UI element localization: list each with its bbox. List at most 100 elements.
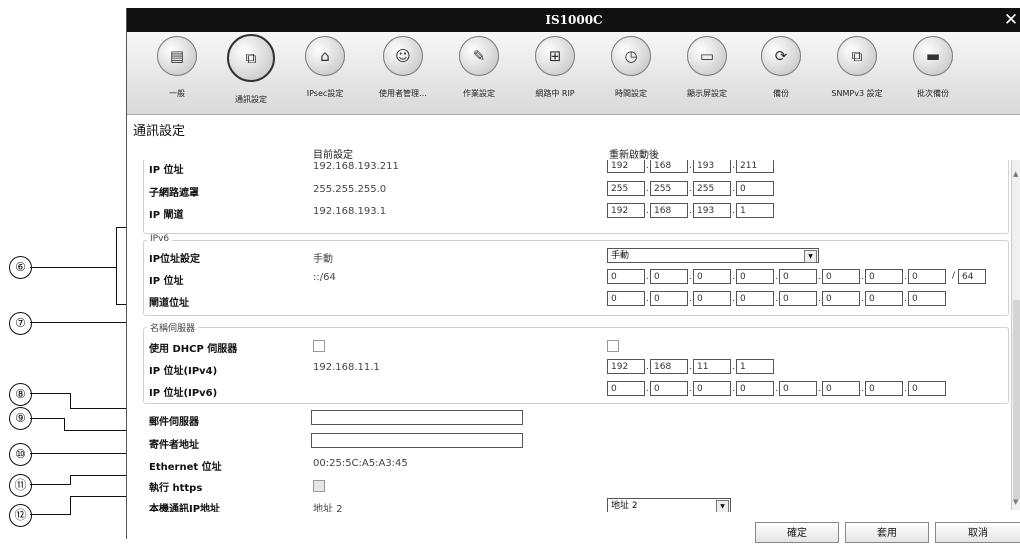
subnet-mask-field-4[interactable]: 0 (736, 181, 774, 196)
dns-ipv4-field-1[interactable]: 192 (607, 359, 645, 374)
dns-ipv6-field-8[interactable]: 0 (908, 381, 946, 396)
ipv6-gateway-field-1[interactable]: 0 (607, 291, 645, 306)
ipv6-gateway-field-8[interactable]: 0 (908, 291, 946, 306)
ipv6-ip-field-3[interactable]: 0 (693, 269, 731, 284)
gateway-current: 192.168.193.1 (313, 206, 387, 217)
ipv6-gateway-field-5[interactable]: 0 (779, 291, 817, 306)
ipv6-ip-field-5[interactable]: 0 (779, 269, 817, 284)
ipv6-gateway-field-3[interactable]: 0 (693, 291, 731, 306)
callout-9: ⑨ (9, 407, 32, 430)
sender-address-input[interactable] (311, 433, 523, 448)
octet-separator: . (646, 206, 649, 216)
window-title: IS1000C (545, 13, 603, 27)
toolbar-item-7[interactable]: ◷ 時間設定 (595, 36, 667, 99)
dns-ipv6-field-2[interactable]: 0 (650, 381, 688, 396)
dns-ipv6-field-7[interactable]: 0 (865, 381, 903, 396)
toolbar-item-1[interactable]: ▤ 一般 (141, 36, 213, 99)
ipv6-ip-field-1[interactable]: 0 (607, 269, 645, 284)
octet-separator: . (732, 272, 735, 282)
callout-12: ⑫ (9, 504, 32, 527)
title-bar: IS1000C (127, 8, 1020, 32)
ipv6-ip-label: IP 位址 (149, 276, 184, 287)
toolbar-item-2[interactable]: ⧉ 通訊設定 (215, 34, 287, 105)
ipv6-ip-field-2[interactable]: 0 (650, 269, 688, 284)
ipv6-prefix-field[interactable]: 64 (958, 269, 986, 284)
dns-ipv6-field-6[interactable]: 0 (822, 381, 860, 396)
toolbar-item-11[interactable]: ▬ 批次備份 (897, 36, 969, 99)
cancel-button[interactable]: 取消 (935, 522, 1020, 543)
ipv6-mode-select[interactable]: 手動 ▼ (607, 248, 819, 263)
ipv6-ip-field-7[interactable]: 0 (865, 269, 903, 284)
use-dhcp-label: 使用 DHCP 伺服器 (149, 344, 238, 355)
gateway-field-3[interactable]: 193 (693, 203, 731, 218)
dns-ipv4-field-4[interactable]: 1 (736, 359, 774, 374)
octet-separator: . (732, 294, 735, 304)
use-dhcp-checkbox[interactable] (607, 340, 619, 352)
callout-bracket (116, 227, 118, 305)
https-label: 執行 https (149, 483, 203, 494)
ipv6-ip-field-8[interactable]: 0 (908, 269, 946, 284)
subnet-mask-label: 子網路遮罩 (149, 188, 199, 199)
https-checkbox[interactable] (313, 480, 325, 492)
callout-10: ⑩ (9, 443, 32, 466)
octet-separator: . (689, 384, 692, 394)
octet-separator: . (689, 294, 692, 304)
ipv6-gateway-field-4[interactable]: 0 (736, 291, 774, 306)
toolbar-item-8[interactable]: ▭ 顯示屏設定 (671, 36, 743, 99)
octet-separator: . (732, 362, 735, 372)
ipv6-gateway-label: 閘道位址 (149, 298, 189, 309)
toolbar-item-label: 備份 (773, 89, 789, 98)
subnet-mask-field-2[interactable]: 255 (650, 181, 688, 196)
ipv6-gateway-field-2[interactable]: 0 (650, 291, 688, 306)
gateway-label: IP 閘道 (149, 210, 184, 221)
octet-separator: . (646, 272, 649, 282)
chevron-down-icon[interactable]: ▼ (804, 250, 817, 263)
ipv6-ip-field-6[interactable]: 0 (822, 269, 860, 284)
ipv4-ip-field-2[interactable]: 168 (650, 160, 688, 173)
ipv4-ip-field-3[interactable]: 193 (693, 160, 731, 173)
scroll-up-icon[interactable]: ▲ (1013, 170, 1018, 178)
toolbar-item-5[interactable]: ✎ 作業設定 (443, 36, 515, 99)
ipv4-ip-field-1[interactable]: 192 (607, 160, 645, 173)
use-dhcp-current-checkbox (313, 340, 325, 352)
octet-separator: . (904, 294, 907, 304)
chevron-down-icon[interactable]: ▼ (716, 500, 729, 512)
octet-separator: . (646, 362, 649, 372)
apply-button[interactable]: 套用 (845, 522, 929, 543)
ipv6-gateway-field-7[interactable]: 0 (865, 291, 903, 306)
column-header-after-restart: 重新啟動後 (609, 150, 659, 161)
vertical-scrollbar[interactable]: ▲ ▼ (1011, 160, 1020, 510)
toolbar-item-4[interactable]: ☺ 使用者管理… (367, 36, 439, 99)
subnet-mask-field-3[interactable]: 255 (693, 181, 731, 196)
toolbar-item-10[interactable]: ⧉ SNMPv3 設定 (821, 36, 893, 99)
toolbar-item-9[interactable]: ⟳ 備份 (745, 36, 817, 99)
gateway-field-4[interactable]: 1 (736, 203, 774, 218)
gateway-field-2[interactable]: 168 (650, 203, 688, 218)
scrollbar-thumb[interactable] (1013, 300, 1020, 500)
callout-line (30, 322, 138, 324)
toolbar-item-label: 作業設定 (463, 89, 495, 98)
subnet-mask-field-1[interactable]: 255 (607, 181, 645, 196)
ipv6-ip-field-4[interactable]: 0 (736, 269, 774, 284)
scroll-down-icon[interactable]: ▼ (1013, 498, 1018, 506)
dns-ipv4-field-3[interactable]: 11 (693, 359, 731, 374)
dns-ipv6-field-3[interactable]: 0 (693, 381, 731, 396)
callout-line (64, 430, 134, 432)
toolbar-item-3[interactable]: ⌂ IPsec設定 (289, 36, 361, 99)
toolbar-item-label: 顯示屏設定 (687, 89, 727, 98)
dns-ipv4-field-2[interactable]: 168 (650, 359, 688, 374)
ipv4-ip-field-4[interactable]: 211 (736, 160, 774, 173)
gateway-field-1[interactable]: 192 (607, 203, 645, 218)
toolbar-item-label: SNMPv3 設定 (831, 89, 883, 98)
dns-ipv6-field-1[interactable]: 0 (607, 381, 645, 396)
callout-line (70, 475, 134, 477)
close-icon[interactable]: ✕ (1003, 8, 1019, 32)
dns-ipv6-field-5[interactable]: 0 (779, 381, 817, 396)
callout-11: ⑪ (9, 474, 32, 497)
dns-ipv6-field-4[interactable]: 0 (736, 381, 774, 396)
ipv6-gateway-field-6[interactable]: 0 (822, 291, 860, 306)
ok-button[interactable]: 確定 (755, 522, 839, 543)
toolbar-item-6[interactable]: ⊞ 網路中 RIP (519, 36, 591, 99)
local-ip-select[interactable]: 地址 2 ▼ (607, 498, 731, 512)
mail-server-input[interactable] (311, 410, 523, 425)
